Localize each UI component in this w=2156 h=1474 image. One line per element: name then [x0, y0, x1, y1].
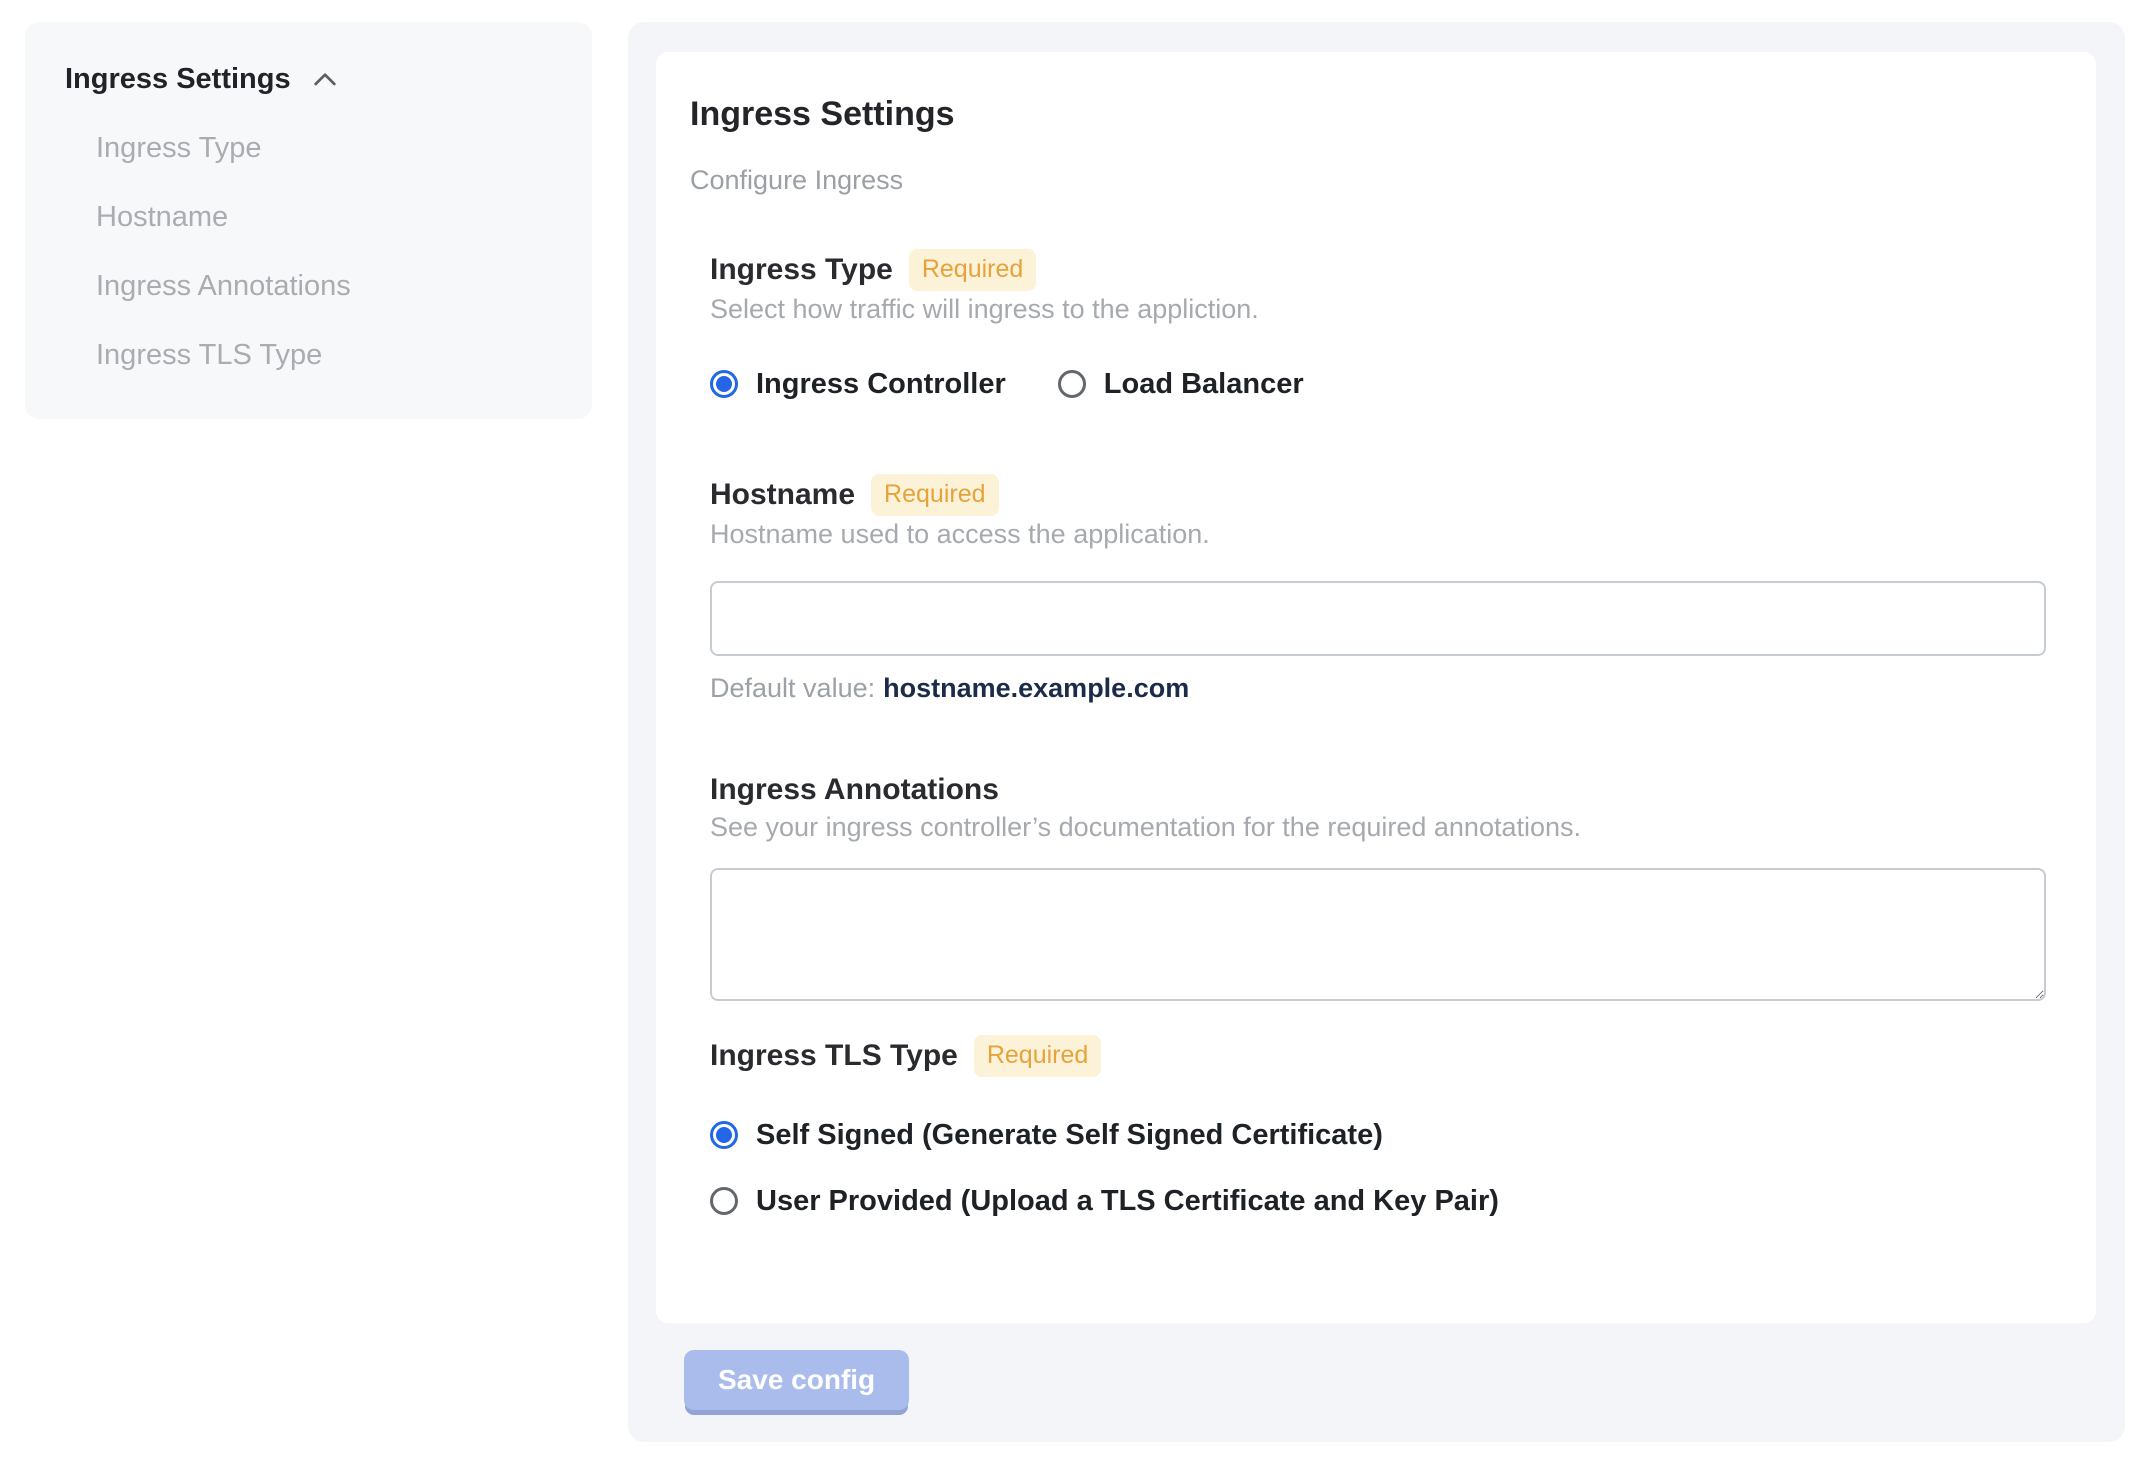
- hostname-input[interactable]: [710, 581, 2046, 656]
- radio-unselected-icon[interactable]: [1057, 370, 1086, 398]
- radio-label-self-signed: Self Signed (Generate Self Signed Certif…: [756, 1119, 1383, 1151]
- chevron-up-icon[interactable]: [309, 64, 341, 96]
- save-config-button[interactable]: Save config: [684, 1350, 910, 1410]
- radio-label-user-provided: User Provided (Upload a TLS Certificate …: [756, 1185, 1499, 1217]
- page: { "sidebar": { "title": "Ingress Setting…: [0, 0, 2156, 1474]
- sidebar-item-ingress-tls-type[interactable]: Ingress TLS Type: [96, 338, 556, 373]
- radio-selected-icon[interactable]: [710, 370, 738, 398]
- settings-sidebar: Ingress Settings Ingress Type Hostname I…: [25, 22, 592, 419]
- section-annotations-head: Ingress Annotations: [710, 771, 2046, 809]
- ingress-settings-card: Ingress Settings Configure Ingress Ingre…: [656, 52, 2096, 1323]
- hostname-label: Hostname: [710, 478, 856, 511]
- tls-type-options: Self Signed (Generate Self Signed Certif…: [710, 1117, 2046, 1219]
- section-ingress-type-head: Ingress Type Required: [710, 249, 2046, 291]
- sidebar-item-hostname[interactable]: Hostname: [96, 200, 556, 235]
- ingress-annotations-label: Ingress Annotations: [710, 773, 999, 806]
- sidebar-item-ingress-type[interactable]: Ingress Type: [96, 131, 556, 166]
- ingress-annotations-description: See your ingress controller’s documentat…: [710, 812, 1582, 842]
- section-ingress-annotations: Ingress Annotations See your ingress con…: [710, 771, 2046, 1001]
- section-hostname: Hostname Required Hostname used to acces…: [710, 474, 2046, 705]
- required-badge: Required: [908, 249, 1037, 291]
- ingress-annotations-textarea[interactable]: [710, 868, 2046, 1001]
- ingress-type-description: Select how traffic will ingress to the a…: [710, 294, 1259, 324]
- radio-option-user-provided[interactable]: User Provided (Upload a TLS Certificate …: [710, 1183, 2046, 1219]
- radio-selected-icon[interactable]: [710, 1121, 738, 1149]
- settings-panel: Ingress Settings Configure Ingress Ingre…: [628, 22, 2125, 1442]
- ingress-type-label: Ingress Type: [710, 253, 893, 286]
- page-title: Ingress Settings: [690, 95, 955, 133]
- section-hostname-head: Hostname Required: [710, 474, 2046, 516]
- hostname-description: Hostname used to access the application.: [710, 519, 1210, 549]
- section-ingress-type: Ingress Type Required Select how traffic…: [710, 249, 2046, 402]
- ingress-form: Ingress Type Required Select how traffic…: [710, 249, 2046, 1219]
- hostname-default-line: Default value: hostname.example.com: [710, 672, 2046, 705]
- radio-option-self-signed[interactable]: Self Signed (Generate Self Signed Certif…: [710, 1117, 2046, 1153]
- required-badge: Required: [871, 474, 999, 516]
- default-value-text: hostname.example.com: [883, 673, 1190, 703]
- sidebar-section-toggle[interactable]: Ingress Settings: [65, 62, 556, 97]
- radio-unselected-icon[interactable]: [710, 1187, 738, 1215]
- radio-label-ingress-controller: Ingress Controller: [756, 368, 1006, 400]
- radio-option-load-balancer[interactable]: Load Balancer: [1057, 366, 1304, 402]
- radio-option-ingress-controller[interactable]: Ingress Controller: [710, 366, 1006, 402]
- section-tls-head: Ingress TLS Type Required: [710, 1035, 2046, 1077]
- sidebar-section-title: Ingress Settings: [65, 63, 291, 95]
- page-subtitle: Configure Ingress: [690, 165, 904, 195]
- default-value-label: Default value:: [710, 673, 876, 703]
- required-badge: Required: [973, 1035, 1102, 1077]
- ingress-tls-type-label: Ingress TLS Type: [710, 1039, 958, 1072]
- radio-label-load-balancer: Load Balancer: [1103, 368, 1304, 400]
- section-ingress-tls-type: Ingress TLS Type Required Self Signed (G…: [710, 1035, 2046, 1219]
- sidebar-item-ingress-annotations[interactable]: Ingress Annotations: [96, 269, 556, 304]
- ingress-type-options: Ingress Controller Load Balancer: [710, 366, 2046, 402]
